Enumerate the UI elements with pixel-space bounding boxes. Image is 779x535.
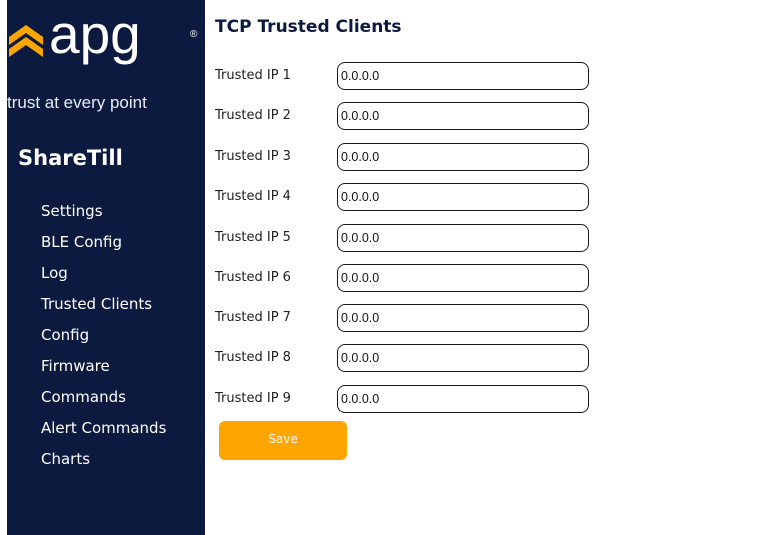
trusted-ip-row: Trusted IP 2 <box>215 102 615 132</box>
trusted-ip-row: Trusted IP 3 <box>215 143 615 173</box>
trusted-ip-row: Trusted IP 6 <box>215 264 615 294</box>
sidebar-nav: Settings BLE Config Log Trusted Clients … <box>41 200 166 479</box>
trusted-ip-5-input[interactable] <box>337 224 589 252</box>
trusted-ip-row: Trusted IP 4 <box>215 183 615 213</box>
trusted-ip-row: Trusted IP 7 <box>215 304 615 334</box>
sidebar-item-config[interactable]: Config <box>41 324 166 355</box>
trusted-ip-4-input[interactable] <box>337 183 589 211</box>
trusted-ip-8-input[interactable] <box>337 344 589 372</box>
trusted-ip-label: Trusted IP 9 <box>215 391 291 406</box>
page-title: TCP Trusted Clients <box>215 17 402 37</box>
sidebar-item-commands[interactable]: Commands <box>41 386 166 417</box>
sidebar-item-trusted-clients[interactable]: Trusted Clients <box>41 293 166 324</box>
trusted-ip-label: Trusted IP 3 <box>215 149 291 164</box>
trusted-ip-9-input[interactable] <box>337 385 589 413</box>
trusted-ip-2-input[interactable] <box>337 102 589 130</box>
app-name: ShareTill <box>18 146 123 170</box>
trusted-ip-label: Trusted IP 7 <box>215 310 291 325</box>
save-button[interactable]: Save <box>219 421 347 460</box>
trusted-ip-label: Trusted IP 4 <box>215 189 291 204</box>
sidebar-item-alert-commands[interactable]: Alert Commands <box>41 417 166 448</box>
logo-wordmark: apg <box>49 3 141 65</box>
registered-mark: ® <box>190 29 198 40</box>
trusted-ip-7-input[interactable] <box>337 304 589 332</box>
trusted-ip-6-input[interactable] <box>337 264 589 292</box>
trusted-ip-3-input[interactable] <box>337 143 589 171</box>
trusted-ip-row: Trusted IP 1 <box>215 62 615 92</box>
trusted-ip-label: Trusted IP 2 <box>215 108 291 123</box>
trusted-ip-row: Trusted IP 5 <box>215 224 615 254</box>
trusted-ip-label: Trusted IP 1 <box>215 68 291 83</box>
tagline: trust at every point <box>7 93 147 112</box>
trusted-ip-label: Trusted IP 6 <box>215 270 291 285</box>
apg-logo-icon <box>9 25 43 57</box>
sidebar-item-charts[interactable]: Charts <box>41 448 166 479</box>
sidebar-item-settings[interactable]: Settings <box>41 200 166 231</box>
trusted-ip-label: Trusted IP 5 <box>215 230 291 245</box>
apg-logo: apg ® <box>7 7 207 67</box>
trusted-ip-row: Trusted IP 8 <box>215 344 615 374</box>
sidebar-item-firmware[interactable]: Firmware <box>41 355 166 386</box>
sidebar-item-ble-config[interactable]: BLE Config <box>41 231 166 262</box>
sidebar: apg ® trust at every point ShareTill Set… <box>0 0 207 535</box>
trusted-ip-row: Trusted IP 9 <box>215 385 615 415</box>
trusted-ip-1-input[interactable] <box>337 62 589 90</box>
sidebar-item-log[interactable]: Log <box>41 262 166 293</box>
trusted-ip-label: Trusted IP 8 <box>215 350 291 365</box>
